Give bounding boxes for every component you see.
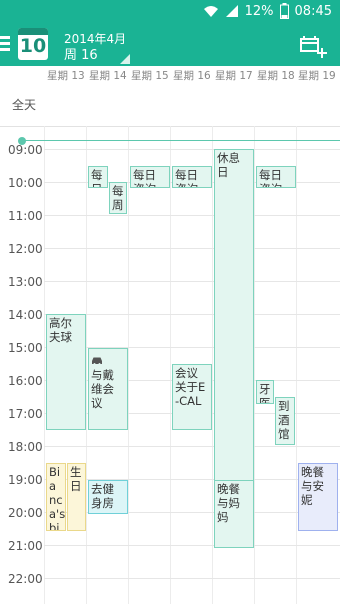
day-header-row: 星期 13 星期 14 星期 15 星期 16 星期 17 星期 18 星期 1…: [0, 66, 340, 84]
all-day-label: 全天: [12, 98, 37, 112]
time-label: 16:00: [8, 374, 43, 388]
event-block[interactable]: 生日: [67, 463, 86, 531]
current-time-line: [22, 140, 340, 141]
day-header[interactable]: 星期 18: [257, 68, 295, 83]
day-header[interactable]: 星期 17: [215, 68, 253, 83]
time-label: 22:00: [8, 572, 43, 586]
time-label: 15:00: [8, 341, 43, 355]
menu-icon[interactable]: [0, 36, 10, 52]
time-label: 21:00: [8, 539, 43, 553]
time-label: 13:00: [8, 275, 43, 289]
status-bar: 12% 08:45: [0, 0, 340, 24]
today-calendar-icon[interactable]: 10: [18, 28, 48, 60]
event-block[interactable]: 晚餐与妈妈: [214, 480, 254, 548]
event-block[interactable]: 每周: [109, 182, 127, 214]
day-header[interactable]: 星期 13: [47, 68, 85, 83]
event-title: 与戴维会议: [91, 368, 114, 410]
time-label: 09:00: [8, 143, 43, 157]
app-bar: 10 2014年4月 周 16: [0, 24, 340, 66]
time-label: 12:00: [8, 242, 43, 256]
event-block[interactable]: 每日咨询: [256, 166, 296, 188]
time-label: 11:00: [8, 209, 43, 223]
week-title[interactable]: 周 16: [64, 44, 98, 63]
day-header[interactable]: 星期 14: [89, 68, 127, 83]
event-block[interactable]: 到酒馆: [275, 397, 295, 445]
dropdown-corner-icon: [120, 54, 130, 64]
week-grid[interactable]: 09:00 10:00 11:00 12:00 13:00 14:00 15:0…: [0, 126, 340, 604]
event-block[interactable]: 晚餐与安妮: [298, 463, 338, 531]
event-block[interactable]: Bianca's birthday: [46, 463, 66, 531]
time-label: 17:00: [8, 407, 43, 421]
car-icon: [92, 357, 102, 365]
time-label: 10:00: [8, 176, 43, 190]
event-block[interactable]: 每日咨询: [172, 166, 212, 188]
time-label: 20:00: [8, 506, 43, 520]
time-label: 19:00: [8, 473, 43, 487]
time-label: 14:00: [8, 308, 43, 322]
all-day-row[interactable]: 全天: [0, 84, 340, 127]
clock: 08:45: [294, 3, 332, 19]
event-block[interactable]: 去健身房: [88, 480, 128, 514]
add-event-icon[interactable]: [298, 34, 328, 58]
today-day-number: 10: [19, 35, 47, 57]
current-time-dot: [18, 137, 26, 145]
event-block[interactable]: 牙医: [256, 380, 274, 404]
day-header[interactable]: 星期 19: [298, 68, 336, 83]
signal-icon: [225, 5, 238, 17]
day-header[interactable]: 星期 15: [131, 68, 169, 83]
event-block[interactable]: 每日咨询: [130, 166, 170, 188]
day-header[interactable]: 星期 16: [173, 68, 211, 83]
wifi-icon: [203, 6, 218, 17]
time-label: 18:00: [8, 440, 43, 454]
event-block[interactable]: 每日: [88, 166, 108, 188]
battery-percent: 12%: [244, 3, 274, 19]
battery-icon: [279, 3, 289, 19]
event-block[interactable]: 会议关于E-CAL: [172, 364, 212, 430]
event-block[interactable]: 高尔夫球: [46, 314, 86, 430]
event-block[interactable]: 与戴维会议: [88, 348, 128, 430]
